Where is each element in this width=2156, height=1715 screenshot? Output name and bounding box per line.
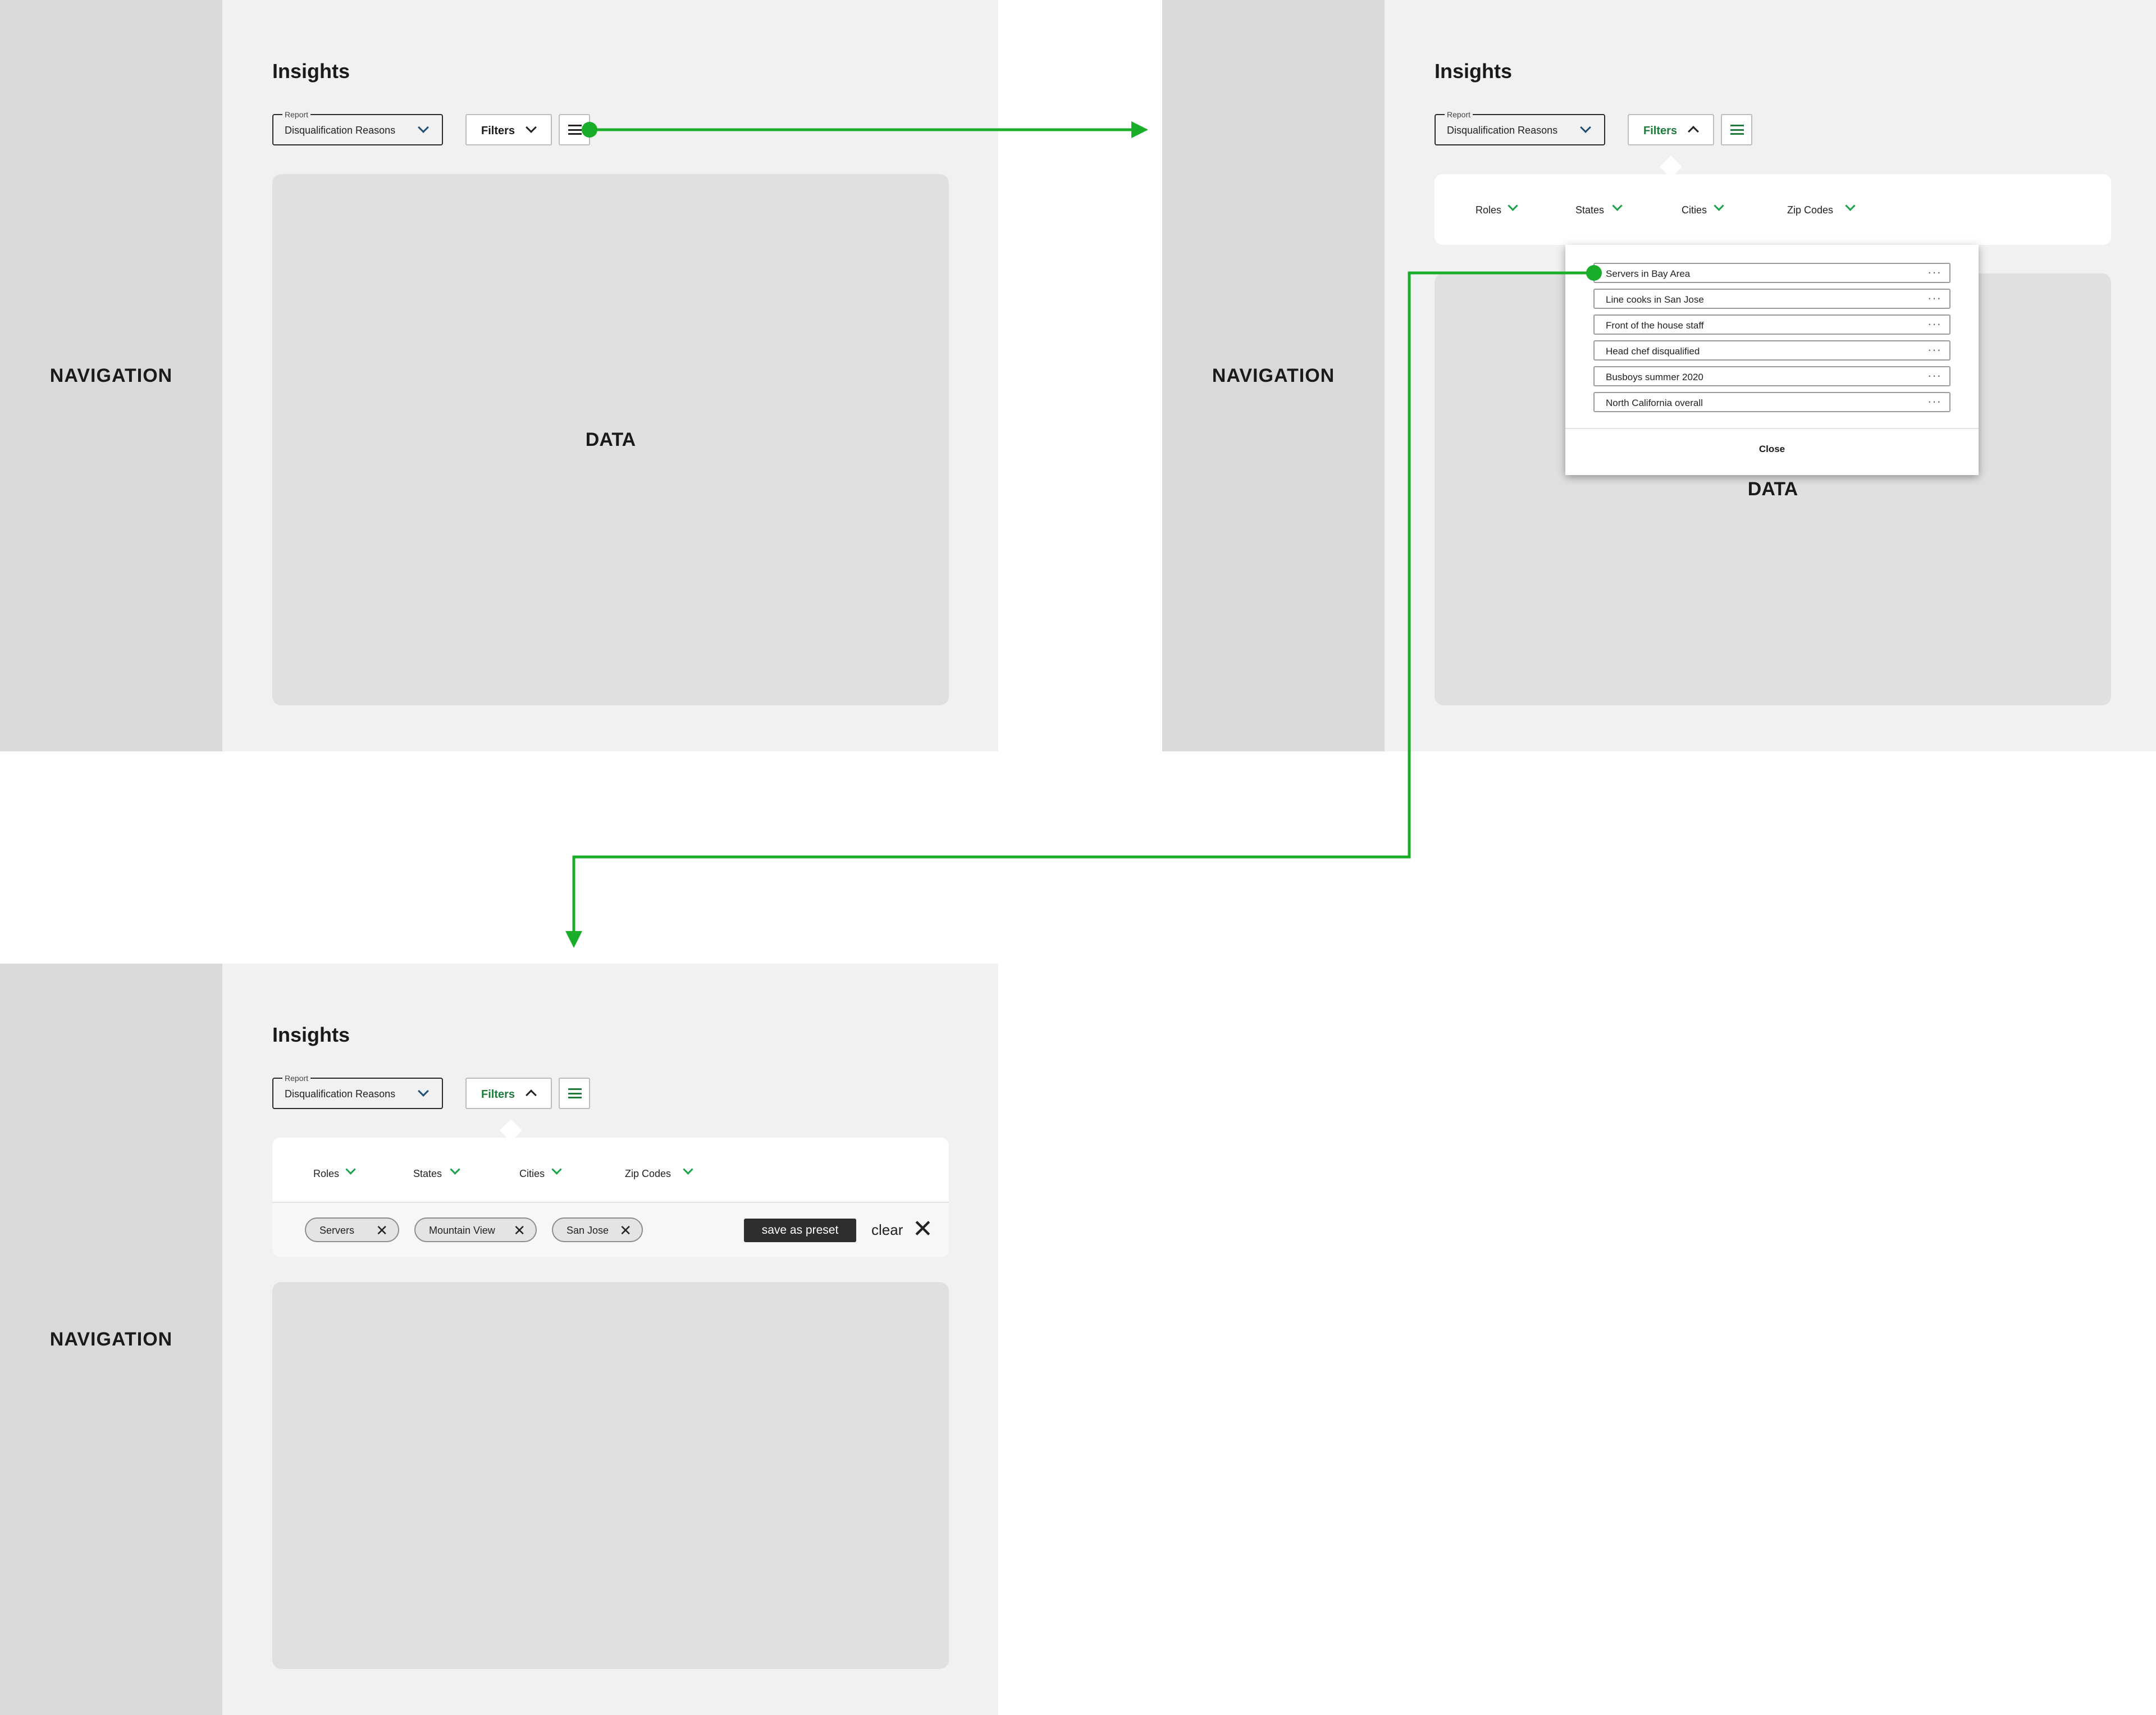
flow-arrows — [565, 121, 1602, 948]
arrowhead-down-icon — [565, 931, 582, 948]
flow-arrow-2 — [565, 265, 1602, 948]
arrowhead-right-icon — [1131, 121, 1148, 138]
flow-arrow-1 — [582, 121, 1148, 138]
flow-line — [572, 271, 1594, 933]
